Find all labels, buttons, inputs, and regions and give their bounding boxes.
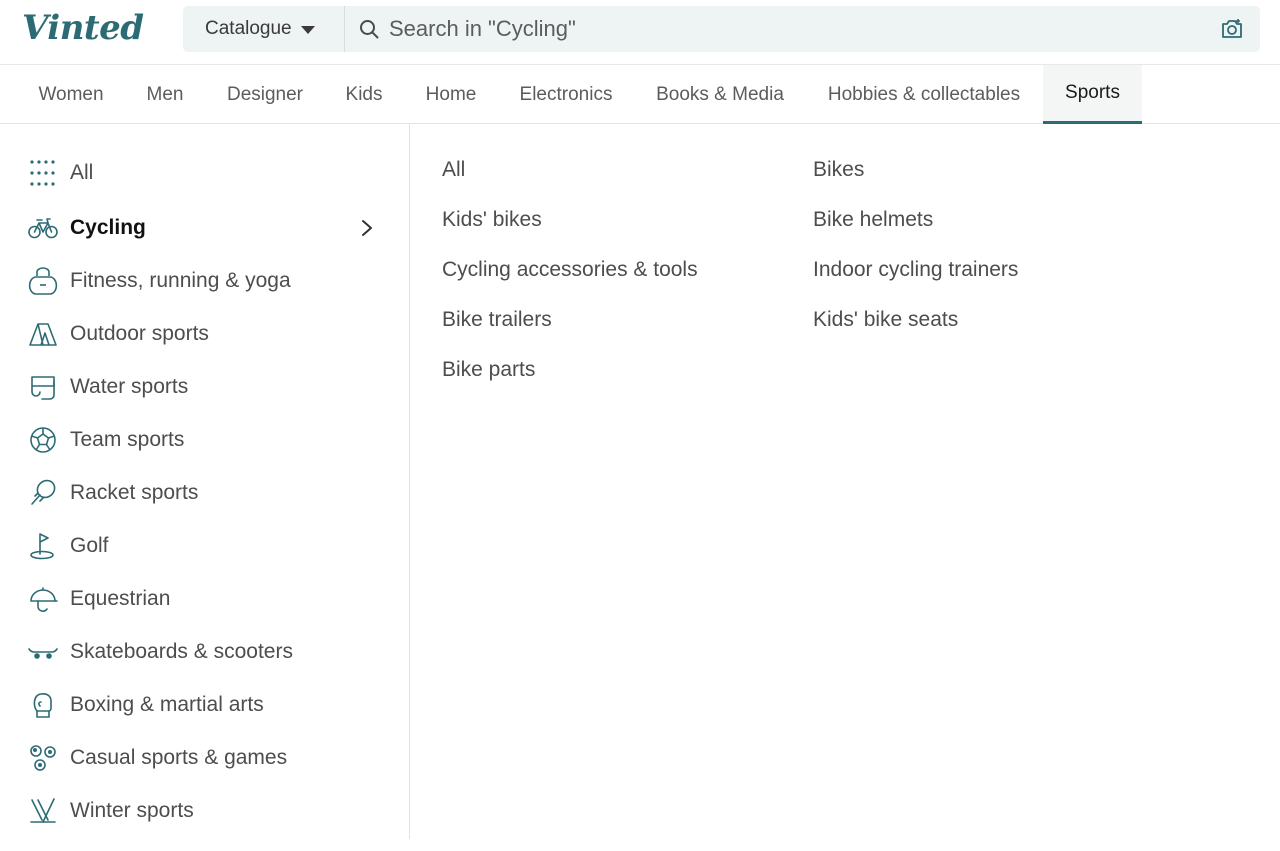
bicycle-icon [28,213,58,243]
vinted-logo[interactable]: Vinted [22,8,144,48]
subcategory-bike-trailers[interactable]: Bike trailers [442,308,552,332]
sidebar-item-racket[interactable]: Racket sports [28,473,388,513]
subcategory-bike-helmets[interactable]: Bike helmets [813,208,933,232]
catalogue-label: Catalogue [205,18,292,39]
sidebar-item-label: Team sports [70,428,185,451]
sidebar-item-boxing[interactable]: Boxing & martial arts [28,685,388,725]
subcategory-all[interactable]: All [442,158,465,182]
sports-sidebar: All Cycling Fitness, running & yoga Outd… [0,124,410,839]
subcategory-bikes[interactable]: Bikes [813,158,864,182]
category-nav: Women Men Designer Kids Home Electronics… [0,65,1280,124]
sidebar-item-label: Winter sports [70,799,194,822]
subcategory-indoor-cycling-trainers[interactable]: Indoor cycling trainers [813,258,1018,282]
sidebar-item-outdoor[interactable]: Outdoor sports [28,314,388,354]
camera-icon[interactable] [1220,18,1244,40]
snorkel-mask-icon [28,372,58,402]
tab-books-media[interactable]: Books & Media [634,65,806,124]
search-input[interactable] [389,6,1189,52]
tab-hobbies-collectables[interactable]: Hobbies & collectables [806,65,1042,124]
football-icon [28,425,58,455]
sidebar-item-label: Equestrian [70,587,171,610]
boxing-glove-icon [28,690,58,720]
search-icon [360,20,379,39]
subcategory-kids-bike-seats[interactable]: Kids' bike seats [813,308,958,332]
sidebar-item-winter[interactable]: Winter sports [28,791,388,831]
tab-sports[interactable]: Sports [1043,65,1142,124]
sidebar-item-label: Outdoor sports [70,322,209,345]
header: Vinted Catalogue [0,0,1280,65]
tab-electronics[interactable]: Electronics [498,65,634,124]
search-bar: Catalogue [183,6,1260,52]
caret-down-icon [300,26,315,34]
sidebar-item-label: Cycling [70,216,146,239]
sidebar-item-label: All [70,161,94,184]
sidebar-item-equestrian[interactable]: Equestrian [28,579,388,619]
tab-designer[interactable]: Designer [206,65,324,124]
sidebar-item-label: Water sports [70,375,189,398]
sidebar-item-skateboards[interactable]: Skateboards & scooters [28,632,388,672]
sidebar-item-label: Fitness, running & yoga [70,269,291,292]
balls-icon [28,743,58,773]
kettlebell-icon [28,266,58,296]
sidebar-item-label: Golf [70,534,109,557]
skis-icon [28,796,58,826]
sidebar-item-golf[interactable]: Golf [28,526,388,566]
riding-helmet-icon [28,584,58,614]
golf-flag-icon [28,531,58,561]
sidebar-item-casual[interactable]: Casual sports & games [28,738,388,778]
racket-icon [28,478,58,508]
subcategory-bike-parts[interactable]: Bike parts [442,358,535,382]
subcategory-kids-bikes[interactable]: Kids' bikes [442,208,542,232]
sidebar-item-all[interactable]: All [28,153,388,193]
sidebar-item-label: Racket sports [70,481,199,504]
sidebar-item-label: Skateboards & scooters [70,640,293,663]
tab-women[interactable]: Women [18,65,124,124]
tab-home[interactable]: Home [404,65,498,124]
sidebar-item-cycling[interactable]: Cycling [28,208,388,248]
tab-kids[interactable]: Kids [324,65,404,124]
tent-icon [28,319,58,349]
sidebar-item-fitness[interactable]: Fitness, running & yoga [28,261,388,301]
sidebar-item-water[interactable]: Water sports [28,367,388,407]
skateboard-icon [28,637,58,667]
catalogue-dropdown[interactable]: Catalogue [183,6,345,52]
sidebar-item-label: Boxing & martial arts [70,693,264,716]
sidebar-item-label: Casual sports & games [70,746,288,769]
chevron-right-icon [362,220,372,236]
tab-men[interactable]: Men [124,65,206,124]
subcategory-cycling-accessories[interactable]: Cycling accessories & tools [442,258,698,282]
grid-icon [28,158,58,188]
sidebar-item-team[interactable]: Team sports [28,420,388,460]
